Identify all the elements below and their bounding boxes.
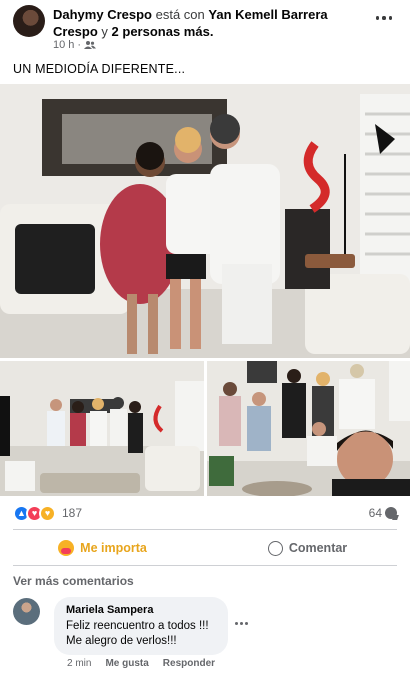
friends-icon — [84, 41, 97, 49]
post-photo-main[interactable] — [0, 84, 410, 358]
post-meta: 10 h · — [53, 39, 97, 51]
comment-bubble: Mariela Sampera Feliz reencuentro a todo… — [54, 597, 228, 655]
care-icon: ♥ — [39, 504, 56, 522]
post-photo-group-left[interactable] — [0, 361, 204, 496]
view-more-comments-link[interactable]: Ver más comentarios — [13, 574, 134, 588]
reaction-icons: ▲ ♥ ♥ — [13, 504, 56, 522]
more-options-button[interactable] — [376, 10, 392, 26]
divider — [13, 529, 397, 530]
dot — [388, 16, 392, 20]
react-button[interactable]: Me importa — [0, 532, 205, 564]
comment-button[interactable]: Comentar — [205, 532, 410, 564]
more-icon — [235, 622, 238, 625]
reaction-count[interactable]: 187 — [62, 506, 82, 520]
comment-author[interactable]: Mariela Sampera — [66, 603, 216, 617]
comment-more-button[interactable] — [235, 622, 248, 625]
author-avatar[interactable] — [13, 5, 45, 37]
post-actions: Me importa Comentar — [0, 532, 410, 564]
comment-button-label: Comentar — [288, 541, 348, 555]
tagged-others[interactable]: 2 personas más. — [112, 24, 214, 39]
comment-count[interactable]: 64 — [369, 506, 397, 520]
dot — [245, 622, 248, 625]
comment-item: Mariela Sampera Feliz reencuentro a todo… — [13, 597, 397, 669]
photo-group-right-image — [207, 361, 410, 496]
photo-group-left-image — [0, 361, 204, 496]
with-text: está con — [155, 7, 205, 22]
comment-count-value: 64 — [368, 506, 382, 520]
post-header: Dahymy Crespo está con Yan Kemell Barrer… — [0, 0, 410, 58]
divider — [13, 565, 397, 566]
post-time[interactable]: 10 h — [53, 39, 74, 51]
dot — [240, 622, 243, 625]
comment-like-button[interactable]: Me gusta — [105, 658, 148, 669]
comment-text-line-1: Feliz reencuentro a todos !!! — [66, 620, 209, 632]
care-emoji-icon — [58, 540, 75, 556]
comment-bubble-icon — [385, 507, 397, 519]
author-name[interactable]: Dahymy Crespo — [53, 7, 152, 22]
post-photo-group-right[interactable] — [207, 361, 410, 496]
more-icon — [376, 16, 380, 20]
comment-time[interactable]: 2 min — [67, 658, 91, 669]
comment-meta: 2 min Me gusta Responder — [67, 658, 215, 669]
dot — [382, 16, 386, 20]
photo-main-image — [0, 84, 410, 358]
comment-text-line-2: Me alegro de verlos!!! — [66, 635, 177, 647]
comment-icon — [267, 540, 283, 556]
meta-dot: · — [77, 39, 82, 51]
author-line: Dahymy Crespo está con Yan Kemell Barrer… — [53, 6, 361, 40]
react-button-label: Me importa — [80, 541, 147, 555]
post-caption: UN MEDIODÍA DIFERENTE... — [13, 62, 186, 76]
comment-reply-button[interactable]: Responder — [163, 658, 215, 669]
commenter-avatar[interactable] — [13, 598, 40, 625]
reactions-bar[interactable]: ▲ ♥ ♥ 187 64 — [13, 503, 397, 523]
and-text: y — [101, 24, 108, 39]
